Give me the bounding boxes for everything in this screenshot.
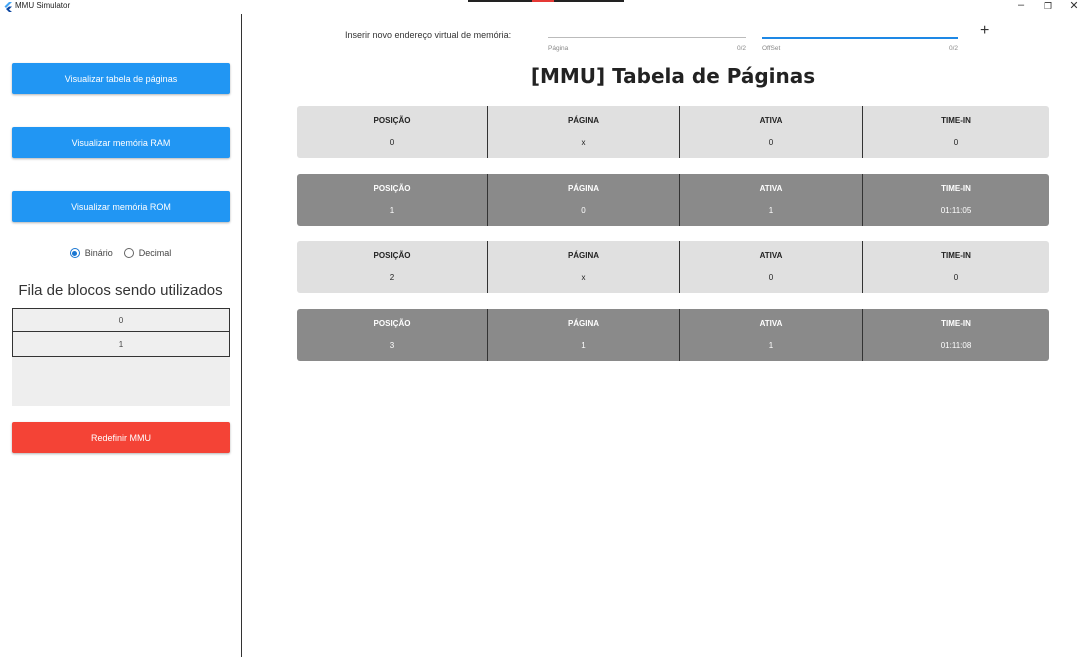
page-field-counter: 0/2 [736, 45, 746, 52]
table-row: POSIÇÃO 3 PÁGINA 1 ATIVA 1 TIME-IN 01:11:08 [297, 309, 1049, 361]
offset-field-counter: 0/2 [948, 45, 958, 52]
column-header-position: POSIÇÃO [373, 116, 411, 125]
cell-time-in: 01:11:08 [940, 341, 972, 350]
top-accent-bar [468, 0, 624, 2]
cell-page: x [581, 138, 586, 147]
window-title: MMU Simulator [15, 1, 71, 10]
radio-decimal[interactable] [123, 248, 134, 258]
table-row: POSIÇÃO 2 PÁGINA x ATIVA 0 TIME-IN 0 [297, 241, 1049, 293]
cell-time-in: 0 [953, 273, 959, 282]
reset-mmu-button[interactable]: Redefinir MMU [12, 422, 230, 453]
address-input-label: Inserir novo endereço virtual de memória… [345, 30, 512, 40]
cell-time-in: 0 [953, 138, 959, 147]
close-button[interactable]: ✕ [1067, 0, 1081, 12]
page-title: [MMU] Tabela de Páginas [530, 64, 816, 88]
column-header-time-in: TIME-IN [941, 319, 971, 328]
maximize-button[interactable]: ❐ [1041, 1, 1055, 12]
sidebar: Visualizar tabela de páginas Visualizar … [0, 14, 242, 657]
cell-time-in: 01:11:05 [940, 206, 972, 215]
flutter-icon [4, 2, 12, 12]
page-field-hint: Página [548, 45, 569, 52]
column-header-active: ATIVA [759, 319, 783, 328]
column-header-active: ATIVA [759, 116, 783, 125]
view-ram-button[interactable]: Visualizar memória RAM [12, 127, 230, 158]
minimize-button[interactable]: – [1014, 0, 1028, 11]
queue-title: Fila de blocos sendo utilizados [18, 282, 223, 299]
page-field[interactable]: Página 0/2 [548, 20, 746, 60]
cell-active: 0 [768, 273, 774, 282]
column-header-position: POSIÇÃO [373, 184, 411, 193]
cell-position: 0 [389, 138, 395, 147]
column-header-page: PÁGINA [567, 116, 600, 125]
cell-page: 0 [581, 206, 586, 215]
view-rom-button[interactable]: Visualizar memória ROM [12, 191, 230, 222]
offset-field-hint: OffSet [762, 45, 781, 52]
column-header-time-in: TIME-IN [941, 251, 971, 260]
column-header-time-in: TIME-IN [941, 184, 971, 193]
block-queue: 0 1 [12, 308, 230, 406]
add-address-button[interactable]: + [980, 22, 989, 40]
queue-item: 0 [12, 308, 230, 332]
column-header-position: POSIÇÃO [373, 319, 411, 328]
view-page-table-button[interactable]: Visualizar tabela de páginas [12, 63, 230, 94]
title-bar: MMU Simulator – ❐ ✕ [0, 0, 1092, 14]
column-header-active: ATIVA [759, 184, 783, 193]
queue-item: 1 [12, 332, 230, 357]
cell-position: 1 [389, 206, 395, 215]
column-header-page: PÁGINA [567, 184, 600, 193]
table-row: POSIÇÃO 1 PÁGINA 0 ATIVA 1 TIME-IN 01:11:05 [297, 174, 1049, 226]
radio-binary-label: Binário [84, 248, 113, 258]
column-header-position: POSIÇÃO [373, 251, 411, 260]
cell-page: x [581, 273, 586, 282]
cell-active: 1 [768, 206, 774, 215]
radio-binary[interactable] [69, 248, 80, 258]
radio-decimal-label: Decimal [138, 248, 172, 258]
table-row: POSIÇÃO 0 PÁGINA x ATIVA 0 TIME-IN 0 [297, 106, 1049, 158]
column-header-time-in: TIME-IN [941, 116, 971, 125]
column-header-active: ATIVA [759, 251, 783, 260]
cell-active: 1 [768, 341, 774, 350]
column-header-page: PÁGINA [567, 251, 600, 260]
number-format-radio-group: Binário Decimal [0, 248, 241, 258]
column-header-page: PÁGINA [567, 319, 600, 328]
cell-position: 2 [389, 273, 395, 282]
cell-position: 3 [389, 341, 395, 350]
offset-field[interactable]: OffSet 0/2 [762, 20, 958, 60]
cell-active: 0 [768, 138, 774, 147]
cell-page: 1 [581, 341, 586, 350]
